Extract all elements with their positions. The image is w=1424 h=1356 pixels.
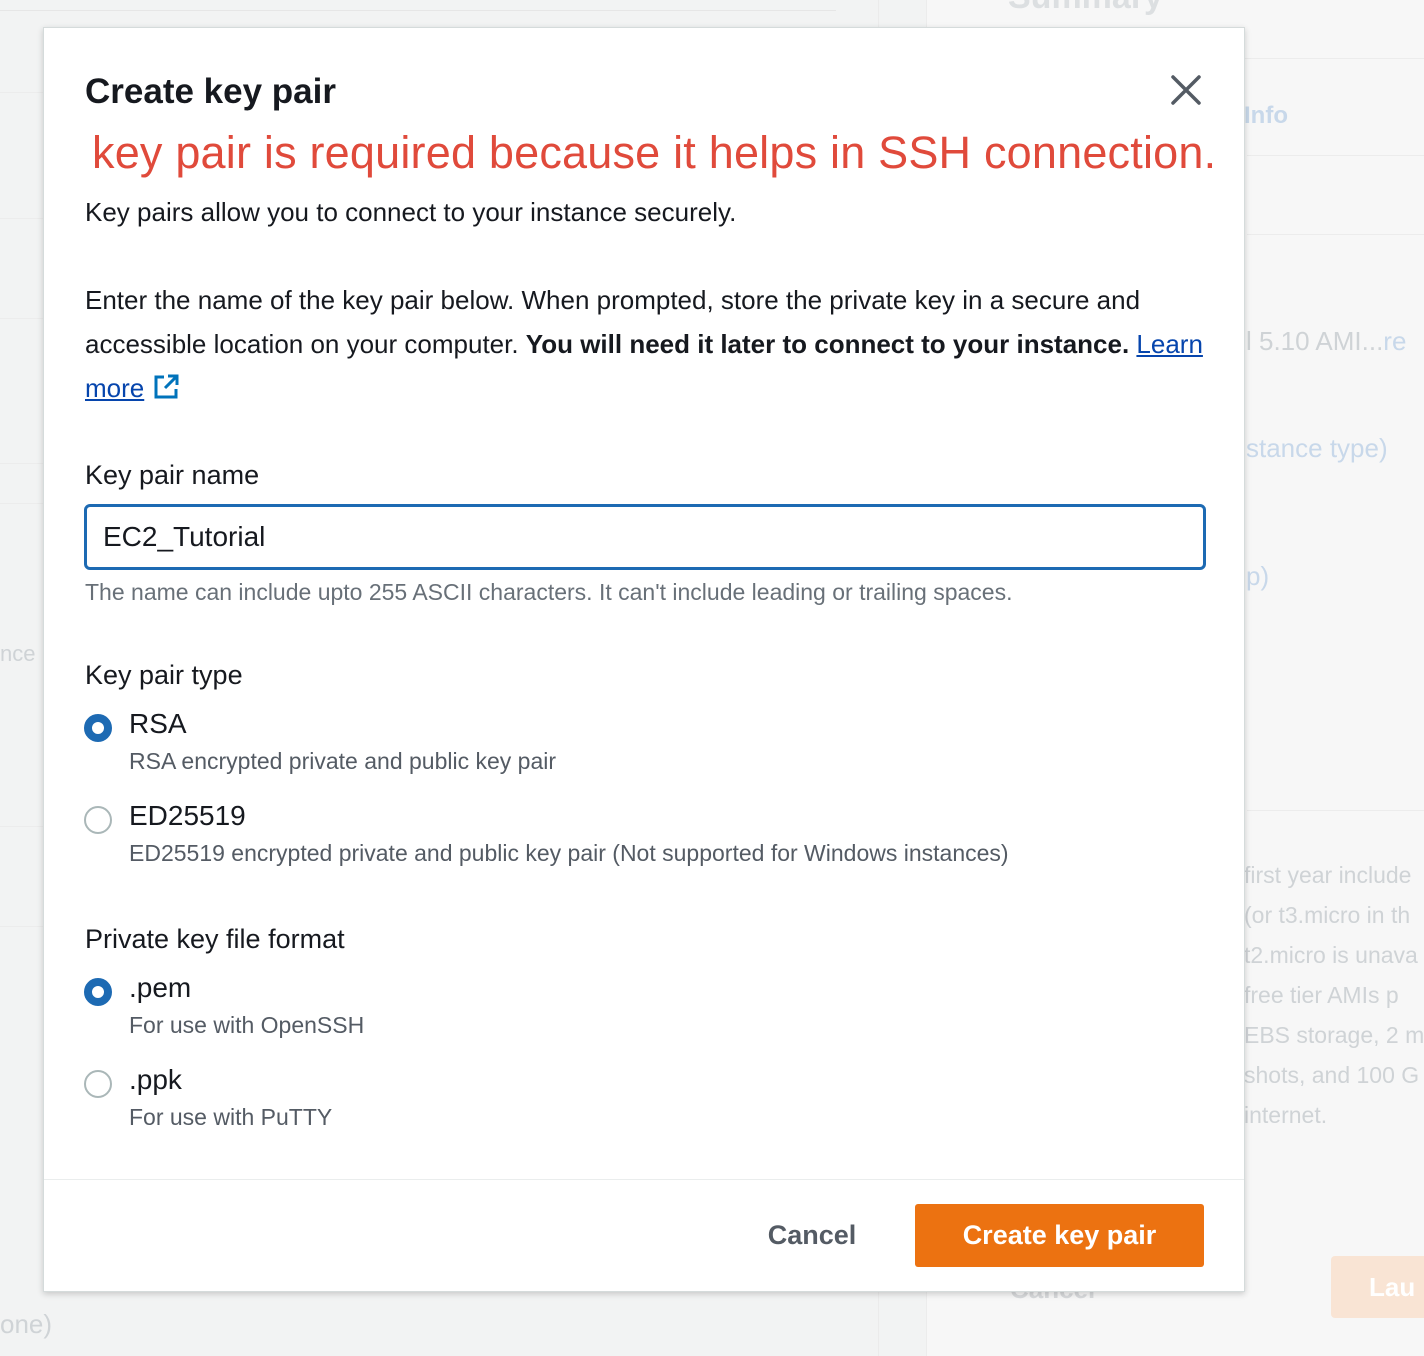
ami-link[interactable]: re: [1383, 326, 1406, 356]
radio-ed25519[interactable]: [84, 806, 112, 834]
left-column-text-bottom: one): [0, 1309, 53, 1339]
background-divider: [0, 826, 44, 827]
background-divider: [0, 318, 44, 319]
free-tier-line: (or t3.micro in th: [1244, 902, 1411, 928]
annotation-text: key pair is required because it helps in…: [92, 127, 1217, 178]
intro-text: Key pairs allow you to connect to your i…: [85, 197, 737, 227]
background-divider: [0, 463, 44, 464]
instance-type-text[interactable]: stance type): [1246, 433, 1388, 464]
cancel-button[interactable]: Cancel: [748, 1204, 876, 1266]
radio-ppk-label: .ppk: [129, 1064, 182, 1095]
background-divider: [1247, 155, 1424, 156]
modal-footer-divider: [44, 1179, 1244, 1180]
free-tier-line: internet.: [1244, 1102, 1328, 1128]
radio-rsa-description: RSA encrypted private and public key pai…: [129, 748, 557, 774]
radio-pem[interactable]: [84, 978, 112, 1006]
radio-ed25519-label: ED25519: [129, 800, 246, 831]
instructions-text: Enter the name of the key pair below. Wh…: [85, 278, 1215, 410]
key-pair-name-label: Key pair name: [85, 460, 260, 490]
key-pair-name-input[interactable]: [84, 504, 1206, 570]
free-tier-line: first year include: [1244, 862, 1412, 888]
free-tier-line: t2.micro is unava: [1244, 942, 1418, 968]
private-key-format-label: Private key file format: [85, 924, 345, 954]
launch-instance-button[interactable]: Lau: [1331, 1256, 1424, 1318]
background-divider: [0, 92, 44, 93]
external-link-icon: [154, 374, 179, 399]
close-icon-glyph: [1171, 75, 1201, 105]
close-icon[interactable]: [1168, 72, 1204, 108]
free-tier-line: free tier AMIs p: [1244, 982, 1399, 1008]
ami-summary-text: l 5.10 AMI...re: [1246, 326, 1406, 357]
background-divider: [1247, 810, 1424, 811]
left-column-text: nce: [0, 641, 36, 666]
background-divider: [0, 10, 836, 11]
free-tier-line: EBS storage, 2 m: [1244, 1022, 1424, 1048]
free-tier-line: shots, and 100 G: [1244, 1062, 1420, 1088]
key-pair-name-hint: The name can include upto 255 ASCII char…: [85, 579, 1013, 605]
background-divider: [0, 926, 44, 927]
radio-rsa[interactable]: [84, 714, 112, 742]
create-key-pair-modal: Create key pair key pair is required bec…: [43, 27, 1245, 1292]
radio-ppk-description: For use with PuTTY: [129, 1104, 333, 1130]
background-divider: [0, 218, 44, 219]
radio-ed25519-description: ED25519 encrypted private and public key…: [129, 840, 1009, 866]
background-divider: [1247, 234, 1424, 235]
modal-title: Create key pair: [85, 72, 336, 111]
instructions-bold: You will need it later to connect to you…: [525, 329, 1130, 359]
ami-snippet: l 5.10 AMI...: [1246, 326, 1384, 356]
security-group-text[interactable]: p): [1246, 561, 1269, 592]
radio-pem-description: For use with OpenSSH: [129, 1012, 365, 1038]
summary-heading: Summary: [1008, 0, 1163, 17]
radio-ppk[interactable]: [84, 1070, 112, 1098]
key-pair-type-label: Key pair type: [85, 660, 243, 690]
radio-rsa-label: RSA: [129, 708, 187, 739]
info-link[interactable]: Info: [1244, 102, 1288, 130]
radio-pem-label: .pem: [129, 972, 192, 1003]
create-key-pair-button[interactable]: Create key pair: [915, 1204, 1204, 1267]
background-divider: [0, 503, 44, 504]
